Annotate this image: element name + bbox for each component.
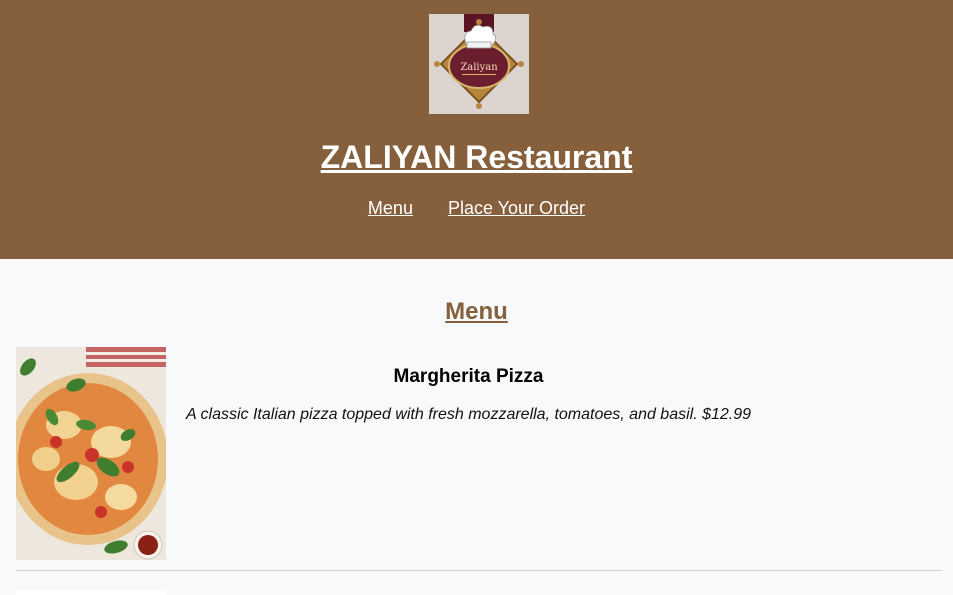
next-item-image: [16, 590, 166, 595]
chef-hat-logo-icon: Zaliyan: [429, 14, 529, 114]
main-nav: Menu Place Your Order: [0, 197, 953, 219]
restaurant-logo: Zaliyan: [429, 14, 529, 114]
menu-item: Margherita Pizza A classic Italian pizza…: [16, 347, 942, 560]
menu-section-title: Menu: [445, 298, 508, 325]
pizza-image: [16, 347, 166, 560]
nav-link-menu[interactable]: Menu: [368, 198, 413, 218]
site-header: Zaliyan ZALIYAN Restaurant Menu Place Yo…: [0, 0, 953, 259]
item-divider: [16, 570, 942, 571]
item-name: Margherita Pizza: [393, 366, 544, 387]
site-title[interactable]: ZALIYAN Restaurant: [0, 137, 953, 177]
nav-link-place-order[interactable]: Place Your Order: [448, 198, 585, 218]
logo-text: Zaliyan: [460, 62, 498, 73]
item-description: A classic Italian pizza topped with fres…: [186, 406, 752, 423]
